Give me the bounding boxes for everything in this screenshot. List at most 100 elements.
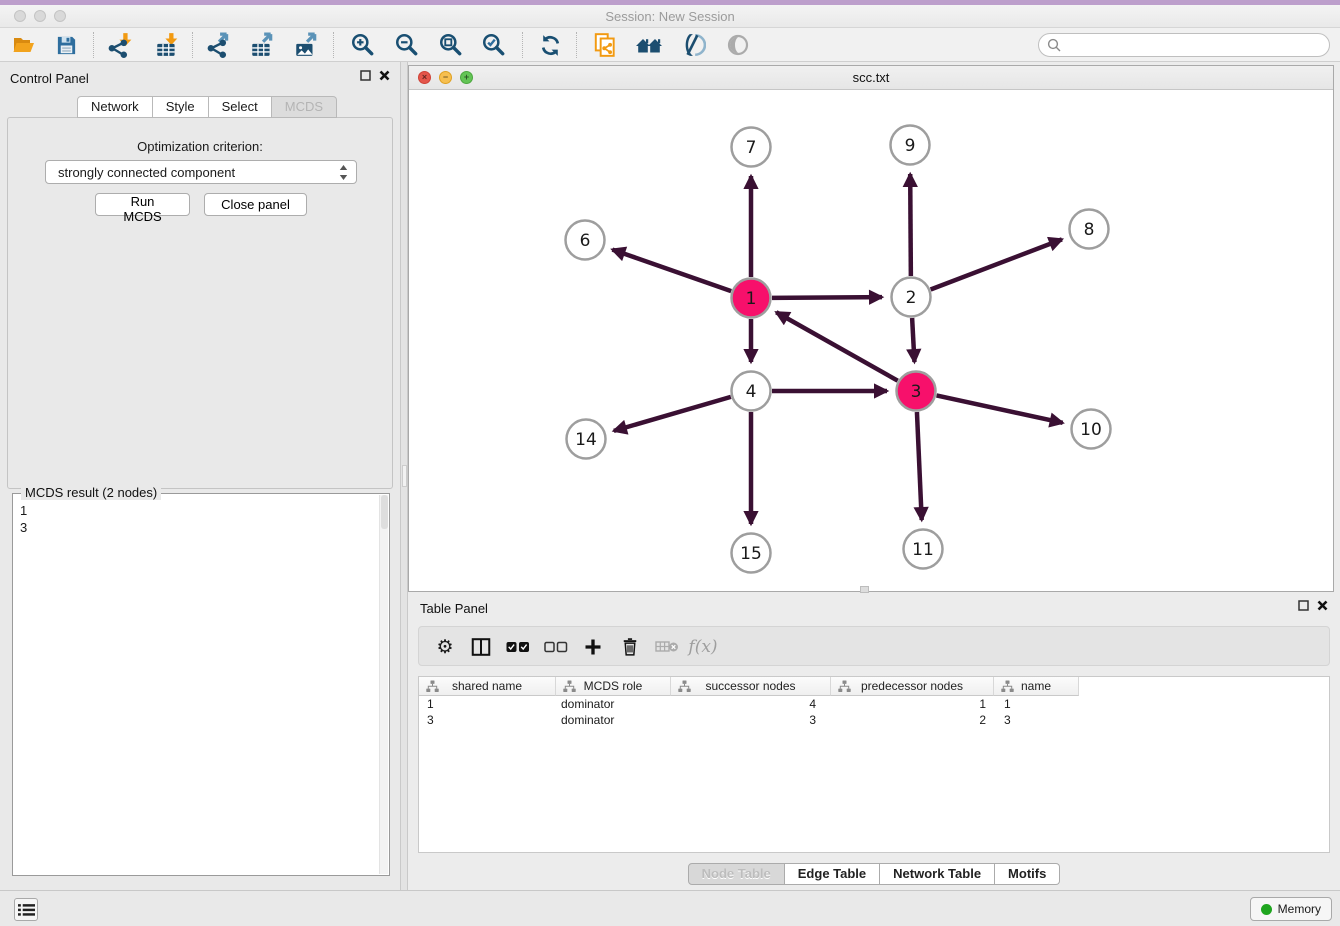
tab-motifs[interactable]: Motifs xyxy=(995,863,1060,885)
panel-splitter[interactable] xyxy=(400,62,408,890)
graph-edge-3-1[interactable] xyxy=(776,312,897,380)
graph-node-label-15: 15 xyxy=(740,544,762,564)
search-input[interactable] xyxy=(1065,36,1329,54)
control-panel-tabs: NetworkStyleSelectMCDS xyxy=(77,96,337,118)
table-cell[interactable]: 3 xyxy=(419,712,556,728)
optimization-criterion-label: Optimization criterion: xyxy=(8,139,392,154)
table-panel-title: Table Panel xyxy=(420,601,488,616)
import-network-icon[interactable] xyxy=(106,31,134,59)
column-label: predecessor nodes xyxy=(861,679,963,693)
column-label: shared name xyxy=(452,679,522,693)
export-network-icon[interactable] xyxy=(205,31,233,59)
table-settings-icon[interactable]: ⚙ xyxy=(431,633,459,661)
close-table-panel-icon[interactable] xyxy=(1317,600,1328,611)
graph-node-label-10: 10 xyxy=(1080,420,1102,440)
column-tree-icon xyxy=(563,680,576,693)
search-field[interactable] xyxy=(1038,33,1330,57)
table-row[interactable]: 3dominator323 xyxy=(419,712,1329,728)
function-builder-icon[interactable]: f(x) xyxy=(689,633,717,661)
select-all-icon[interactable] xyxy=(504,633,532,661)
criterion-select[interactable]: strongly connected component xyxy=(45,160,357,184)
delete-column-icon[interactable] xyxy=(653,633,681,661)
float-table-panel-icon[interactable] xyxy=(1298,600,1309,611)
column-tree-icon xyxy=(678,680,691,693)
close-panel-button[interactable]: Close panel xyxy=(204,193,307,216)
table-header-row: shared name MCDS role successor nodes pr… xyxy=(419,677,1079,696)
show-columns-icon[interactable] xyxy=(467,633,495,661)
tab-node-table[interactable]: Node Table xyxy=(688,863,785,885)
open-session-icon[interactable] xyxy=(10,31,38,59)
table-cell[interactable]: 1 xyxy=(419,696,556,712)
memory-status-dot xyxy=(1261,904,1272,915)
table-cell[interactable]: 1 xyxy=(994,696,1079,712)
zoom-out-icon[interactable] xyxy=(393,31,421,59)
home-icon[interactable] xyxy=(635,31,663,59)
table-row[interactable]: 1dominator411 xyxy=(419,696,1329,712)
graph-edge-2-8[interactable] xyxy=(931,239,1062,289)
run-mcds-button[interactable]: Run MCDS xyxy=(95,193,190,216)
export-table-icon[interactable] xyxy=(248,31,276,59)
mcds-result-text[interactable]: 1 3 xyxy=(13,498,379,875)
app-titlebar: Session: New Session xyxy=(0,5,1340,28)
graph-edge-3-11[interactable] xyxy=(917,412,922,520)
column-header-name[interactable]: name xyxy=(994,677,1079,696)
table-cell[interactable]: 1 xyxy=(831,696,994,712)
network-canvas[interactable]: 1234678910111415 xyxy=(409,90,1333,591)
memory-label: Memory xyxy=(1278,902,1321,916)
hide-graphics-details-icon[interactable] xyxy=(679,31,707,59)
graph-edge-2-3[interactable] xyxy=(912,318,914,362)
float-panel-icon[interactable] xyxy=(360,70,371,81)
bird-view-icon[interactable] xyxy=(724,31,752,59)
column-label: successor nodes xyxy=(705,679,795,693)
delete-entry-icon[interactable] xyxy=(616,633,644,661)
horizontal-splitter-grip[interactable] xyxy=(860,586,869,593)
deselect-all-icon[interactable] xyxy=(542,633,570,661)
table-cell[interactable]: 3 xyxy=(671,712,831,728)
chevron-updown-icon xyxy=(339,165,348,180)
column-header-predecessor-nodes[interactable]: predecessor nodes xyxy=(831,677,994,696)
table-cell[interactable]: 3 xyxy=(994,712,1079,728)
table-cell[interactable]: dominator xyxy=(556,712,671,728)
table-cell[interactable]: 2 xyxy=(831,712,994,728)
zoom-selected-icon[interactable] xyxy=(480,31,508,59)
zoom-in-icon[interactable] xyxy=(349,31,377,59)
zoom-fit-icon[interactable] xyxy=(437,31,465,59)
control-panel-title: Control Panel xyxy=(10,71,89,86)
graph-node-label-9: 9 xyxy=(905,136,916,156)
add-entry-icon[interactable] xyxy=(579,633,607,661)
column-tree-icon xyxy=(426,680,439,693)
close-panel-icon[interactable] xyxy=(379,70,390,81)
tab-network-table[interactable]: Network Table xyxy=(880,863,995,885)
tab-select[interactable]: Select xyxy=(209,96,272,118)
export-image-icon[interactable] xyxy=(292,31,320,59)
graph-node-label-8: 8 xyxy=(1084,220,1095,240)
mcds-scrollbar[interactable] xyxy=(379,495,388,874)
memory-button[interactable]: Memory xyxy=(1250,897,1332,921)
table-cell[interactable]: dominator xyxy=(556,696,671,712)
task-history-button[interactable] xyxy=(14,898,38,921)
tab-network[interactable]: Network xyxy=(77,96,153,118)
graph-node-label-14: 14 xyxy=(575,430,597,450)
mcds-result-box: MCDS result (2 nodes) 1 3 xyxy=(12,493,390,876)
save-session-icon[interactable] xyxy=(52,31,80,59)
table-cell[interactable]: 4 xyxy=(671,696,831,712)
graph-edge-2-9[interactable] xyxy=(910,174,911,276)
tab-edge-table[interactable]: Edge Table xyxy=(785,863,880,885)
tab-style[interactable]: Style xyxy=(153,96,209,118)
clone-network-icon[interactable] xyxy=(591,31,619,59)
import-table-icon[interactable] xyxy=(153,31,181,59)
refresh-layout-icon[interactable] xyxy=(536,31,564,59)
status-bar: Memory xyxy=(0,890,1340,926)
graph-edge-3-10[interactable] xyxy=(937,395,1063,422)
tab-mcds[interactable]: MCDS xyxy=(272,96,337,118)
network-window-titlebar[interactable]: × − + scc.txt xyxy=(409,66,1333,90)
graph-edge-4-14[interactable] xyxy=(614,397,731,431)
splitter-grip[interactable] xyxy=(402,465,407,487)
column-header-shared-name[interactable]: shared name xyxy=(419,677,556,696)
column-header-MCDS-role[interactable]: MCDS role xyxy=(556,677,671,696)
graph-node-label-3: 3 xyxy=(911,382,922,402)
graph-edge-1-2[interactable] xyxy=(772,297,882,298)
column-header-successor-nodes[interactable]: successor nodes xyxy=(671,677,831,696)
column-tree-icon xyxy=(1001,680,1014,693)
graph-edge-1-6[interactable] xyxy=(612,250,731,292)
